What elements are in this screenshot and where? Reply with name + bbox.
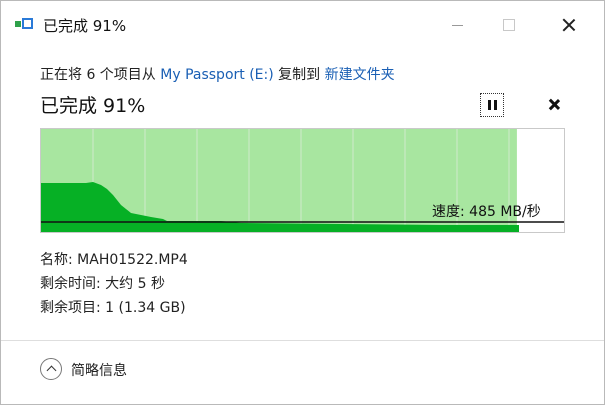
file-name-value: MAH01522.MP4: [77, 252, 188, 268]
close-button[interactable]: [551, 11, 587, 39]
items-remaining-value: 1 (1.34 GB): [105, 300, 186, 316]
chevron-up-icon: [46, 365, 56, 376]
title-bar: 已完成 91%: [1, 1, 604, 47]
copy-description: 正在将 6 个项目从 My Passport (E:) 复制到 新建文件夹: [40, 64, 395, 84]
time-remaining-row: 剩余时间: 大约 5 秒: [40, 273, 165, 293]
minimize-button[interactable]: [439, 11, 475, 39]
pause-icon: [487, 100, 491, 110]
copy-prefix: 正在将 6 个项目从: [40, 67, 161, 83]
pause-button[interactable]: [480, 93, 504, 117]
time-remaining-value: 大约 5 秒: [105, 276, 165, 292]
minimize-icon: [451, 24, 463, 26]
cancel-button[interactable]: [543, 93, 565, 115]
destination-link[interactable]: 新建文件夹: [325, 67, 395, 83]
file-name-label: 名称:: [40, 252, 78, 268]
items-remaining-label: 剩余项目:: [40, 300, 106, 316]
maximize-icon: [503, 19, 515, 31]
close-icon: [562, 18, 576, 32]
copy-dialog: 已完成 91% 正在将 6 个项目从 My Passport (E:) 复制到 …: [0, 0, 605, 405]
items-remaining-row: 剩余项目: 1 (1.34 GB): [40, 297, 186, 317]
time-remaining-label: 剩余时间:: [40, 276, 106, 292]
source-link[interactable]: My Passport (E:): [160, 67, 273, 83]
window-title: 已完成 91%: [43, 17, 127, 35]
percent-complete: 已完成 91%: [40, 95, 146, 117]
file-copy-icon: [15, 18, 35, 30]
copy-middle: 复制到: [273, 67, 325, 83]
file-name-row: 名称: MAH01522.MP4: [40, 249, 188, 269]
fewer-details-label[interactable]: 简略信息: [71, 360, 127, 380]
maximize-button[interactable]: [491, 11, 527, 39]
cancel-icon: [549, 99, 560, 110]
footer: 简略信息: [1, 341, 604, 404]
fewer-details-button[interactable]: [40, 358, 62, 380]
speed-label: 速度: 485 MB/秒: [432, 204, 541, 220]
